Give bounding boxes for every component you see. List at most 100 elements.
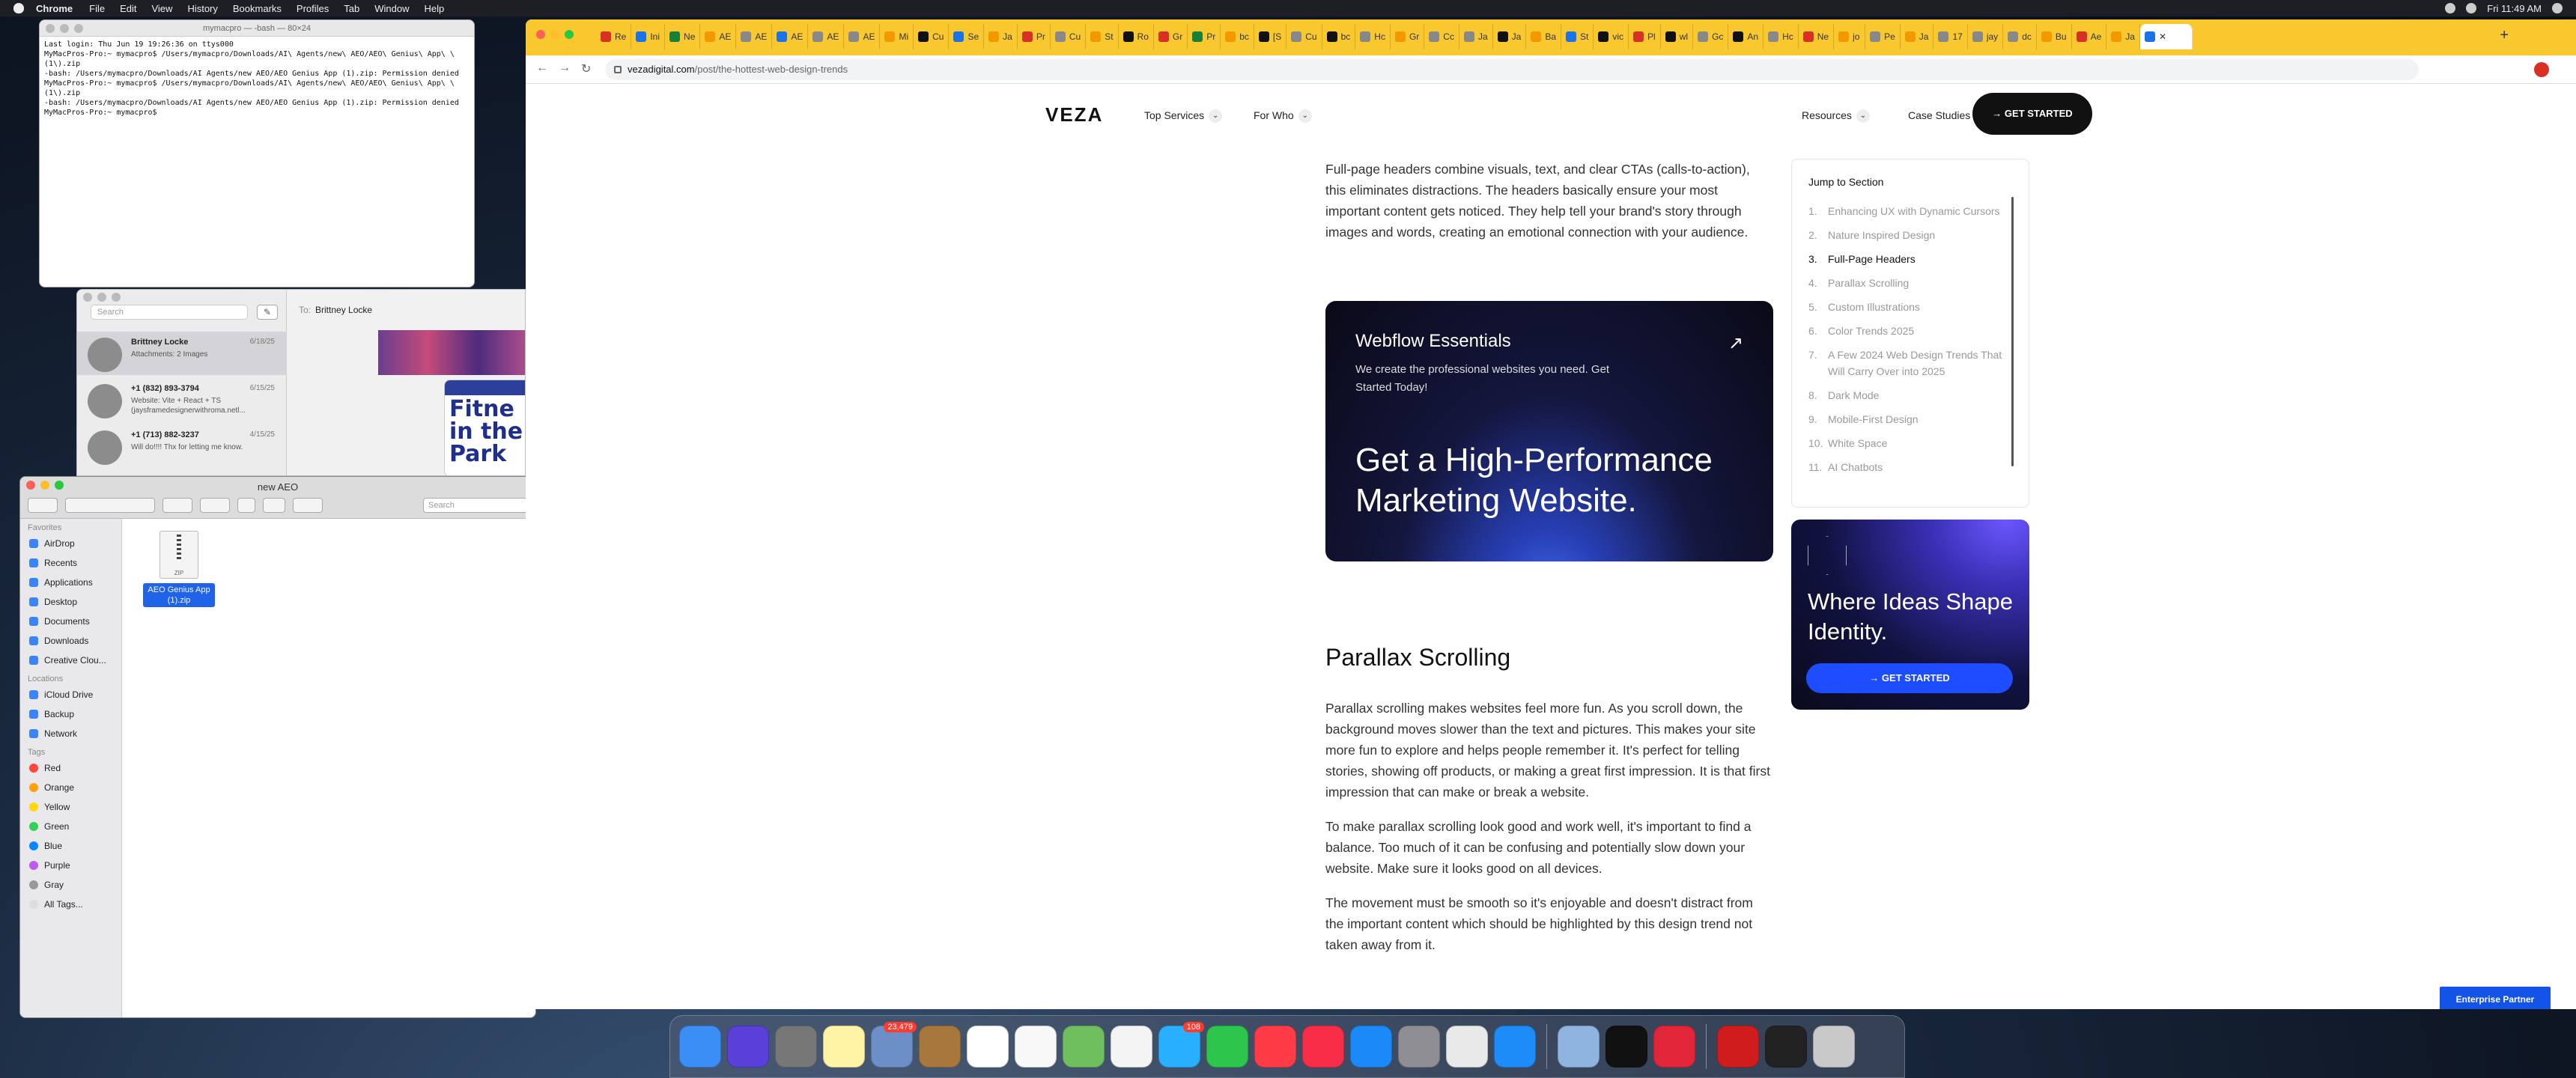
menu-item-file[interactable]: File [89, 3, 105, 14]
minimize-button[interactable] [60, 24, 69, 33]
sidebar-item[interactable]: Desktop [20, 592, 121, 612]
site-logo[interactable]: VEZA [1045, 103, 1103, 127]
ad-get-started-button[interactable]: → GET STARTED [1806, 663, 2013, 693]
sidebar-item[interactable]: Purple [20, 856, 121, 875]
browser-tab[interactable]: Gr [1391, 24, 1425, 49]
finder-search-input[interactable]: Search [423, 498, 535, 513]
sidebar-item[interactable]: Recents [20, 553, 121, 573]
dock-chrome-icon[interactable] [1446, 1026, 1488, 1068]
browser-tab[interactable]: Ae [2072, 24, 2107, 49]
apple-icon[interactable] [13, 3, 24, 13]
toc-item[interactable]: 4. Parallax Scrolling [1808, 275, 2003, 291]
browser-tab[interactable]: Cu [1051, 24, 1087, 49]
browser-tab[interactable]: AE [700, 24, 737, 49]
browser-tab[interactable]: Ini [631, 24, 666, 49]
browser-tab[interactable]: jo [1834, 24, 1866, 49]
menu-item-history[interactable]: History [187, 3, 217, 14]
get-started-button[interactable]: → GET STARTED [1972, 93, 2092, 135]
reload-icon[interactable]: ↻ [581, 61, 591, 76]
dock-notebook-icon[interactable] [919, 1026, 961, 1068]
nav-resources[interactable]: Resources ⌄ [1802, 109, 1870, 124]
action-button[interactable] [200, 498, 230, 513]
zip-file[interactable]: ZIP AEO Genius App (1).zip [143, 531, 215, 607]
messages-window[interactable]: Search ✎ Brittney Locke 6/18/25 Attachment… [76, 289, 526, 476]
share-button[interactable] [237, 498, 255, 513]
sidebar-item[interactable]: Green [20, 817, 121, 836]
browser-tab[interactable]: Pe [1865, 24, 1901, 49]
menu-item-edit[interactable]: Edit [120, 3, 136, 14]
browser-tab[interactable]: wl [1661, 24, 1694, 49]
profile-avatar[interactable] [2534, 62, 2549, 77]
browser-tab[interactable]: St [1086, 24, 1119, 49]
dock-finder-icon[interactable] [679, 1026, 721, 1068]
toc-item[interactable]: 9. Mobile-First Design [1808, 411, 2003, 427]
dock-safari-icon[interactable] [1494, 1026, 1536, 1068]
browser-tab[interactable]: AE [736, 24, 773, 49]
browser-tab[interactable]: Ne [665, 24, 701, 49]
browser-tab[interactable]: Gr [1154, 24, 1188, 49]
promo-card[interactable]: Webflow Essentials We create the profess… [1325, 301, 1773, 561]
dock-news-icon[interactable] [1254, 1026, 1296, 1068]
browser-tab[interactable]: Ba [1526, 24, 1562, 49]
recipient-field[interactable]: To: Brittney Locke [299, 305, 372, 315]
toc-item[interactable]: 6. Color Trends 2025 [1808, 323, 2003, 339]
menu-item-view[interactable]: View [151, 3, 172, 14]
toc-item[interactable]: 2. Nature Inspired Design [1808, 227, 2003, 243]
browser-tab[interactable]: Ja [1459, 24, 1493, 49]
sidebar-item[interactable]: Gray [20, 875, 121, 895]
browser-tab[interactable]: AE [844, 24, 881, 49]
sidebar-item[interactable]: Red [20, 758, 121, 778]
url-input[interactable]: vezadigital.com/post/the-hottest-web-des… [605, 59, 2419, 80]
sidebar-item[interactable]: Documents [20, 612, 121, 631]
sidebar-item[interactable]: Orange [20, 778, 121, 797]
tag-button[interactable] [263, 498, 285, 513]
sidebar-item[interactable]: Yellow [20, 797, 121, 817]
arrow-up-right-icon[interactable]: ↗ [1728, 332, 1743, 354]
sidebar-item[interactable]: All Tags... [20, 895, 121, 914]
browser-tab[interactable]: Se [949, 24, 985, 49]
browser-tab[interactable]: Hc [1355, 24, 1391, 49]
browser-tab[interactable]: bc [1221, 24, 1254, 49]
group-button[interactable] [162, 498, 192, 513]
control-center-icon[interactable] [2466, 3, 2477, 13]
browser-tab[interactable]: Ja [984, 24, 1018, 49]
sidebar-item[interactable]: Creative Clou... [20, 651, 121, 670]
browser-tab[interactable]: Re [596, 24, 632, 49]
dock-launchpad-icon[interactable] [775, 1026, 817, 1068]
browser-tab[interactable]: AE [772, 24, 809, 49]
browser-tab[interactable]: AE [808, 24, 845, 49]
browser-tab[interactable]: Ja [1493, 24, 1527, 49]
browser-tab[interactable]: Gc [1693, 24, 1729, 49]
menu-item-help[interactable]: Help [425, 3, 445, 14]
toc-scrollbar[interactable] [2011, 197, 2014, 466]
toc-item[interactable]: 5. Custom Illustrations [1808, 299, 2003, 315]
browser-tab[interactable]: St [1561, 24, 1594, 49]
clock[interactable]: Fri 11:49 AM [2487, 3, 2542, 14]
conversation-item[interactable]: +1 (713) 882-3237 4/15/25 Will do!!!! Thx … [77, 424, 287, 468]
menu-item-bookmarks[interactable]: Bookmarks [233, 3, 282, 14]
browser-tab[interactable]: Mi [880, 24, 914, 49]
zoom-button[interactable] [74, 24, 83, 33]
dropbox-button[interactable] [293, 498, 323, 513]
menu-item-tab[interactable]: Tab [344, 3, 359, 14]
nav-top-services[interactable]: Top Services ⌄ [1144, 109, 1223, 124]
enterprise-partner-badge[interactable]: Enterprise Partner [2440, 987, 2551, 1009]
browser-tab[interactable]: Ro [1119, 24, 1154, 49]
dock-siri-icon[interactable] [727, 1026, 769, 1068]
toc-item[interactable]: 11. AI Chatbots [1808, 459, 2003, 475]
zoom-button[interactable] [565, 30, 574, 39]
dock-downloads-icon[interactable] [1765, 1026, 1807, 1068]
browser-tab-active[interactable]: ✕ [2139, 24, 2193, 49]
toc-item[interactable]: 3. Full-Page Headers [1808, 251, 2003, 267]
browser-tab[interactable]: Cu [914, 24, 950, 49]
messages-search-input[interactable]: Search [91, 305, 248, 320]
browser-tab[interactable]: dc [2003, 24, 2037, 49]
sidebar-item[interactable]: iCloud Drive [20, 685, 121, 704]
browser-tab[interactable]: Ne [1799, 24, 1835, 49]
terminal-output[interactable]: Last login: Thu Jun 19 19:26:36 on ttys0… [40, 37, 474, 121]
browser-tab[interactable]: Pr [1188, 24, 1221, 49]
toc-item[interactable]: 8. Dark Mode [1808, 387, 2003, 404]
sidebar-item[interactable]: AirDrop [20, 534, 121, 553]
dock-music-icon[interactable] [1302, 1026, 1344, 1068]
wifi-icon[interactable] [2445, 3, 2456, 13]
